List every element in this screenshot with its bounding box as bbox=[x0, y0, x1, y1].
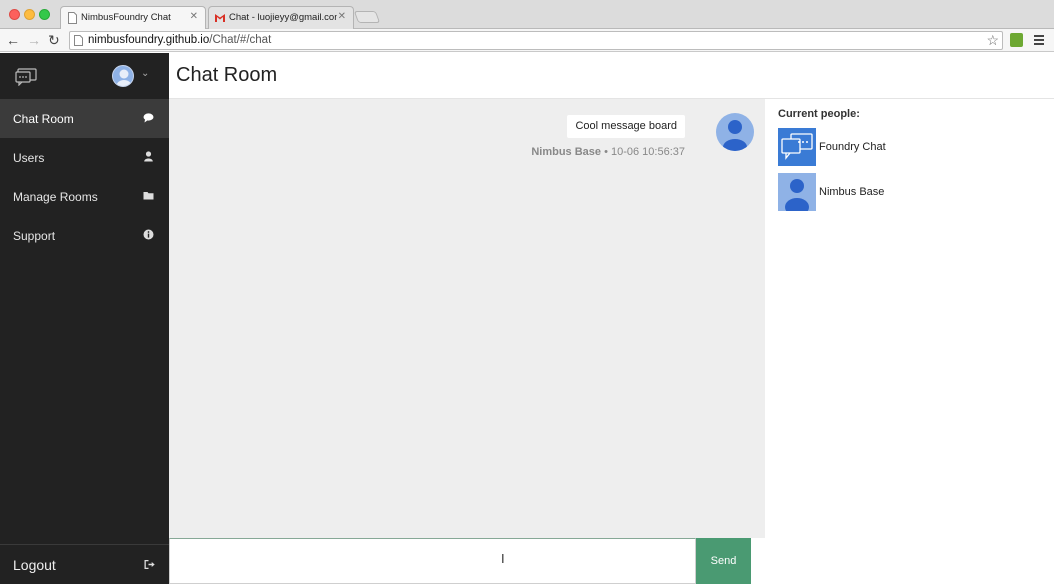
chevron-down-icon[interactable]: ⌄ bbox=[141, 68, 149, 79]
browser-menu-icon[interactable] bbox=[1034, 35, 1044, 47]
comment-icon bbox=[143, 113, 154, 123]
page-icon bbox=[68, 12, 77, 24]
people-panel: Current people: Foundry Chat Nimbus Base bbox=[765, 99, 1054, 584]
message-input[interactable] bbox=[170, 539, 695, 583]
user-avatar[interactable] bbox=[112, 65, 134, 87]
bookmark-star-icon[interactable]: ☆ bbox=[986, 32, 999, 49]
person-avatar bbox=[778, 173, 816, 211]
sidebar-item-support[interactable]: Support bbox=[0, 216, 169, 255]
message-avatar bbox=[716, 113, 754, 151]
person-item[interactable]: Foundry Chat bbox=[778, 128, 1038, 166]
person-name: Foundry Chat bbox=[819, 141, 886, 153]
browser-tab-gmail[interactable]: Chat - luojieyy@gmail.com ✕ bbox=[208, 6, 354, 29]
close-icon[interactable]: ✕ bbox=[190, 11, 198, 22]
forward-arrow-icon[interactable]: → bbox=[27, 31, 41, 49]
sidebar-item-manage-rooms[interactable]: Manage Rooms bbox=[0, 177, 169, 216]
browser-toolbar: ← → ↻ nimbusfoundry.github.io/Chat/#/cha… bbox=[0, 29, 1054, 52]
zoom-window-button[interactable] bbox=[39, 9, 50, 20]
message-author: Nimbus Base bbox=[531, 146, 602, 158]
extension-icon[interactable] bbox=[1010, 33, 1023, 47]
message-composer: I bbox=[169, 538, 696, 584]
chat-logo-icon[interactable] bbox=[15, 68, 37, 86]
sidebar-item-users[interactable]: Users bbox=[0, 138, 169, 177]
people-title: Current people: bbox=[778, 108, 860, 120]
address-bar[interactable]: nimbusfoundry.github.io/Chat/#/chat ☆ bbox=[69, 31, 1003, 50]
sign-out-icon bbox=[144, 560, 155, 569]
back-arrow-icon[interactable]: ← bbox=[6, 31, 20, 49]
message-meta: Nimbus Base • 10-06 10:56:37 bbox=[531, 146, 685, 158]
sidebar-header: ⌄ bbox=[0, 53, 169, 99]
sidebar-item-chat-room[interactable]: Chat Room bbox=[0, 99, 169, 138]
user-icon bbox=[144, 151, 153, 162]
message-time: 10-06 10:56:37 bbox=[610, 146, 685, 158]
gmail-icon bbox=[215, 14, 225, 22]
sidebar-item-label: Users bbox=[13, 151, 45, 165]
sidebar-item-label: Support bbox=[13, 229, 56, 243]
url-path: /Chat/#/chat bbox=[209, 34, 272, 46]
close-icon[interactable]: ✕ bbox=[338, 11, 346, 22]
message-text: Cool message board bbox=[567, 115, 685, 138]
tab-title: NimbusFoundry Chat bbox=[81, 12, 171, 23]
sidebar-item-label: Manage Rooms bbox=[13, 190, 98, 204]
logout-label: Logout bbox=[13, 557, 56, 573]
new-tab-button[interactable] bbox=[353, 11, 381, 23]
app-root: ⌄ Chat Room Users Manage Rooms Support L… bbox=[0, 53, 1054, 584]
chat-bubble-avatar bbox=[778, 128, 816, 166]
sidebar-item-label: Chat Room bbox=[13, 112, 74, 126]
page-header: Chat Room bbox=[169, 53, 1054, 99]
person-item[interactable]: Nimbus Base bbox=[778, 173, 1038, 211]
page-title: Chat Room bbox=[176, 64, 278, 86]
browser-tab-strip: NimbusFoundry Chat ✕ Chat - luojieyy@gma… bbox=[0, 0, 1054, 29]
sidebar: ⌄ Chat Room Users Manage Rooms Support L… bbox=[0, 53, 169, 584]
minimize-window-button[interactable] bbox=[24, 9, 35, 20]
page-icon bbox=[74, 35, 83, 46]
tab-title: Chat - luojieyy@gmail.com bbox=[229, 12, 337, 23]
reload-icon[interactable]: ↻ bbox=[48, 31, 60, 49]
url-host: nimbusfoundry.github.io bbox=[88, 34, 210, 46]
send-button[interactable]: Send bbox=[696, 538, 751, 584]
person-name: Nimbus Base bbox=[819, 186, 885, 198]
browser-tab-nimbusfoundry[interactable]: NimbusFoundry Chat ✕ bbox=[60, 6, 206, 29]
folder-icon bbox=[143, 192, 154, 200]
logout-button[interactable]: Logout bbox=[0, 544, 169, 584]
message-list[interactable]: Cool message board Nimbus Base • 10-06 1… bbox=[169, 99, 765, 538]
info-icon bbox=[143, 229, 154, 240]
close-window-button[interactable] bbox=[9, 9, 20, 20]
